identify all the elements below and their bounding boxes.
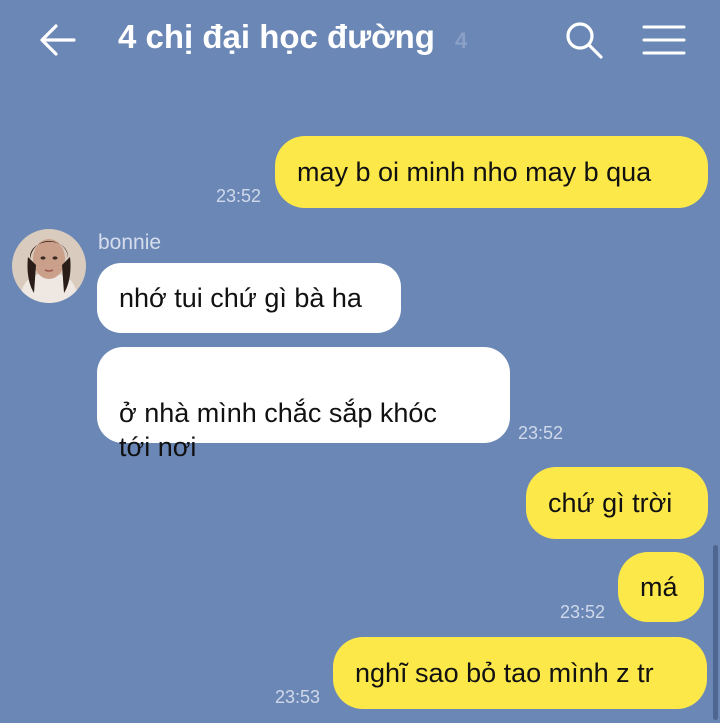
message-text: chứ gì trời xyxy=(548,488,673,518)
message-text: nghĩ sao bỏ tao mình z tr xyxy=(355,658,654,688)
message-bubble-outgoing[interactable]: chứ gì trời xyxy=(526,467,708,539)
menu-button[interactable] xyxy=(642,24,686,56)
message-bubble-outgoing[interactable]: má xyxy=(618,552,704,622)
message-time: 23:52 xyxy=(518,423,564,443)
hamburger-menu-icon xyxy=(642,25,686,55)
scrollbar[interactable] xyxy=(713,545,718,720)
message-text: ở nhà mình chắc sắp khóc tới nơi xyxy=(119,398,437,462)
message-text: má xyxy=(640,572,678,602)
chat-title: 4 chị đại học đường xyxy=(118,18,435,55)
avatar[interactable] xyxy=(12,229,86,303)
message-bubble-outgoing[interactable]: may b oi minh nho may b qua xyxy=(275,136,708,208)
back-button[interactable] xyxy=(38,22,78,58)
message-time: 23:53 xyxy=(275,687,321,707)
message-bubble-outgoing[interactable]: nghĩ sao bỏ tao mình z tr xyxy=(333,637,707,709)
member-count: 4 xyxy=(455,28,468,53)
message-bubble-incoming[interactable]: nhớ tui chứ gì bà ha xyxy=(97,263,401,333)
message-text: nhớ tui chứ gì bà ha xyxy=(119,283,362,313)
search-button[interactable] xyxy=(564,20,604,60)
message-text: may b oi minh nho may b qua xyxy=(297,157,652,187)
avatar-photo xyxy=(12,229,86,303)
chat-header: 4 chị đại học đường 4 xyxy=(0,0,720,84)
search-icon xyxy=(566,22,603,59)
message-time: 23:52 xyxy=(216,186,262,206)
message-bubble-incoming[interactable]: ở nhà mình chắc sắp khóc tới nơi xyxy=(97,347,510,462)
sender-name: bonnie xyxy=(98,231,162,254)
arrow-left-icon xyxy=(40,24,76,56)
message-time: 23:52 xyxy=(560,602,606,622)
